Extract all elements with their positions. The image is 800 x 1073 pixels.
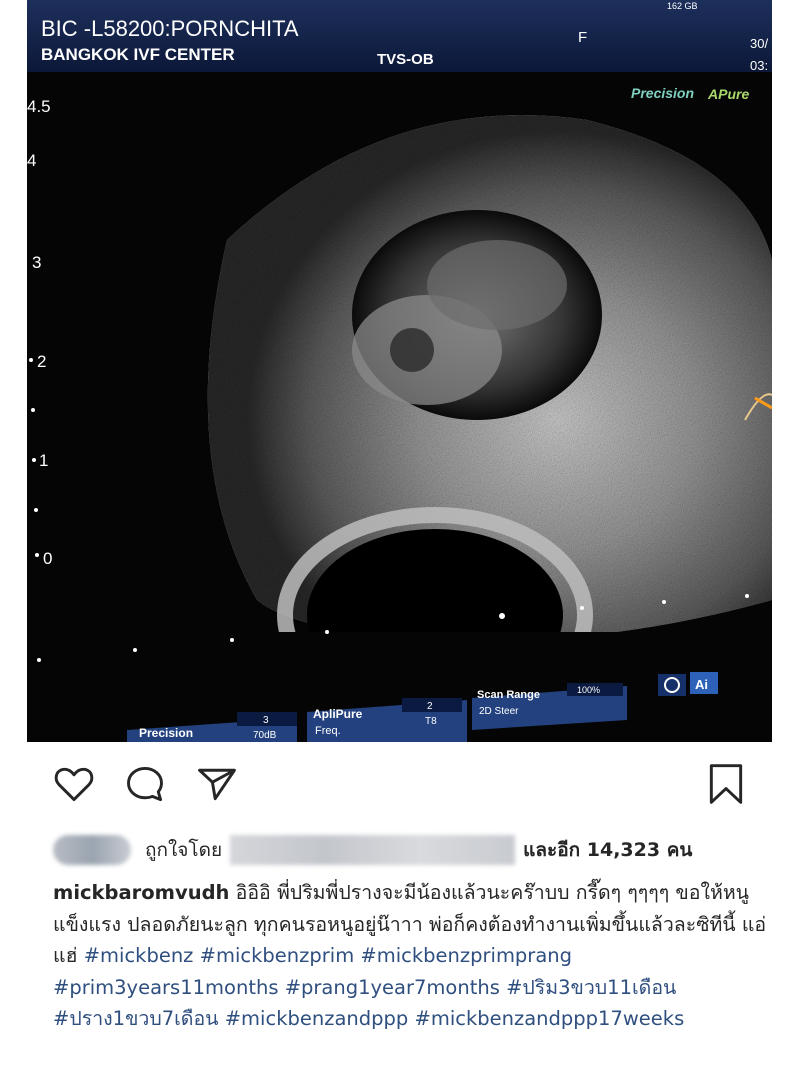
hashtag[interactable]: #mickbenz — [84, 944, 194, 967]
depth-tick-3: 3 — [32, 253, 41, 272]
send-icon — [198, 768, 236, 801]
likes-unit: คน — [666, 839, 693, 861]
comment-icon — [127, 766, 163, 802]
hashtag[interactable]: #mickbenzprim — [200, 944, 355, 967]
share-button[interactable] — [195, 762, 239, 806]
likes-count: 14,323 — [586, 839, 661, 861]
save-button[interactable] — [704, 762, 748, 806]
caption-username[interactable]: mickbaromvudh — [53, 881, 229, 904]
depth-tick-0: 0 — [43, 549, 52, 568]
like-button[interactable] — [52, 762, 96, 806]
hashtag[interactable]: #ปริม3ขวบ11เดือน — [506, 976, 676, 999]
precision-control-label: Precision — [139, 726, 193, 740]
svg-text:Ai: Ai — [695, 677, 708, 692]
clinic-name: BANGKOK IVF CENTER — [41, 45, 235, 64]
depth-tick-4: 4 — [27, 151, 36, 170]
hashtag[interactable]: #prim3years11months — [53, 976, 278, 999]
hashtag[interactable]: #mickbenzandppp — [225, 1007, 409, 1030]
aplipure-value: 2 — [427, 701, 433, 712]
depth-tick-45: 4.5 — [27, 97, 51, 116]
patient-id: BIC -L58200:PORNCHITA — [41, 16, 299, 41]
blurred-liker-name[interactable] — [230, 835, 516, 865]
likes-and-more[interactable]: และอีก 14,323 คน — [523, 835, 692, 865]
aplipure-label: ApliPure — [313, 707, 363, 721]
hashtag[interactable]: #prang1year7months — [285, 976, 500, 999]
likes-suffix-text: และอีก — [523, 839, 581, 861]
post-caption: mickbaromvudh อิอิอิ พี่ปริมพี่ปรางจะมีน… — [53, 877, 773, 1035]
comment-button[interactable] — [123, 762, 167, 806]
fetus-body — [427, 240, 567, 330]
scan-mode: TVS-OB — [377, 51, 434, 68]
freq-value: T8 — [425, 716, 437, 727]
blurred-liker-avatars — [53, 835, 131, 865]
hashtag[interactable]: #mickbenzandppp17weeks — [414, 1007, 684, 1030]
steer-label: 2D Steer — [479, 706, 519, 717]
time-fragment: 03: — [750, 58, 768, 73]
likes-summary: ถูกใจโดย และอีก 14,323 คน — [53, 830, 773, 870]
apure-brand: APure — [707, 86, 749, 102]
hashtag[interactable]: #ปราง1ขวบ7เดือน — [53, 1007, 219, 1030]
freq-label: Freq. — [315, 725, 341, 737]
precision-brand: Precision — [631, 85, 694, 101]
date-fragment: 30/ — [750, 36, 768, 51]
bookmark-icon — [709, 764, 743, 804]
precision-db: 70dB — [253, 730, 277, 741]
sex-marker: F — [578, 29, 587, 46]
scan-range-label: Scan Range — [477, 689, 540, 701]
hashtag[interactable]: #mickbenzprimprang — [360, 944, 572, 967]
precision-control-value: 3 — [263, 715, 269, 726]
scan-range-value: 100% — [577, 685, 600, 695]
liked-by-prefix: ถูกใจโดย — [145, 839, 223, 861]
depth-tick-2: 2 — [37, 352, 46, 371]
ultrasound-image: BIC -L58200:PORNCHITA BANGKOK IVF CENTER… — [27, 0, 772, 742]
ultrasound-photo[interactable]: BIC -L58200:PORNCHITA BANGKOK IVF CENTER… — [27, 0, 772, 742]
post-actions-bar — [0, 742, 800, 832]
depth-tick-1: 1 — [39, 451, 48, 470]
storage-fragment: 162 GB — [667, 1, 698, 11]
heart-icon — [54, 767, 94, 802]
